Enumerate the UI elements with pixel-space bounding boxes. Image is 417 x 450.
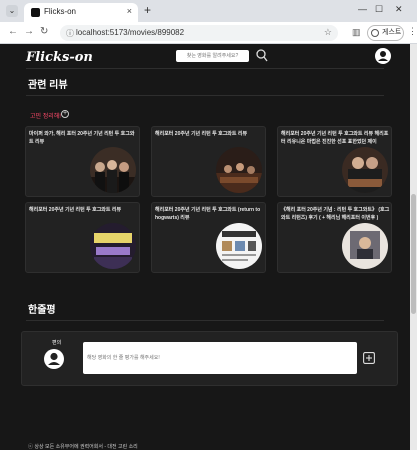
forward-icon[interactable]: → xyxy=(24,26,34,37)
tab-title: Flicks-on xyxy=(44,7,77,16)
side-panel-icon[interactable]: ▥ xyxy=(352,27,361,38)
review-card-title: 마이퍼 와가, 해리 포터 20주년 기년 리턴 투 호그와트 리뷰 xyxy=(29,131,135,145)
maximize-icon[interactable]: ☐ xyxy=(375,4,383,15)
review-thumbnail xyxy=(90,223,136,269)
reload-icon[interactable]: ↻ xyxy=(40,26,48,37)
favicon-icon xyxy=(31,8,40,17)
header-divider xyxy=(26,68,384,69)
user-avatar-icon[interactable] xyxy=(375,48,391,64)
section-divider xyxy=(26,95,384,96)
review-card[interactable]: 해리포터 20주년 기년 리턴 투 호그와트 리뷰 xyxy=(151,126,266,197)
back-icon[interactable]: ← xyxy=(8,26,18,37)
page-content: Flicks-on 관련 리뷰 고민 정리해! + 마이퍼 와가, 해리 포터 … xyxy=(0,44,410,450)
section-divider xyxy=(26,320,384,321)
one-liner-input[interactable] xyxy=(83,342,357,374)
review-card[interactable]: 해리포터 20주년 기년 리턴 투 호그와트 리뷰 해리포터 리유니온 마법은 … xyxy=(277,126,392,197)
review-card-title: 《해리 포터 20주년 기념 : 리턴 투 호그와트》 (호그와트 리턴즈) 후… xyxy=(281,207,390,221)
window-close-icon[interactable]: ✕ xyxy=(395,4,403,15)
review-card[interactable]: 해리포터 20주년 기년 리턴 투 호그와트 리뷰 xyxy=(25,202,140,273)
review-card-title: 해리포터 20주년 기년 리턴 투 호그와트 (return to hogwar… xyxy=(155,207,261,221)
review-card-title: 해리포터 20주년 기년 리턴 투 호그와트 리뷰 해리포터 리유니온 마법은 … xyxy=(281,131,389,145)
comment-user-name: 편의 xyxy=(52,340,62,346)
review-thumbnail xyxy=(90,147,136,193)
review-thumbnail xyxy=(216,147,262,193)
review-card[interactable]: 《해리 포터 20주년 기념 : 리턴 투 호그와트》 (호그와트 리턴즈) 후… xyxy=(277,202,392,273)
user-avatar-icon xyxy=(44,349,64,369)
footer-copyright: ⓒ 상상 모든 소유부어에 권력어회서 - 대전 고린 소리 xyxy=(28,444,138,450)
review-card-title: 해리포터 20주년 기년 리턴 투 호그와트 리뷰 xyxy=(29,207,122,213)
bookmark-star-icon[interactable]: ☆ xyxy=(324,27,332,38)
tab-search-icon[interactable]: ⌄ xyxy=(6,5,18,17)
scrollbar-thumb[interactable] xyxy=(411,194,416,314)
page-scrollbar[interactable] xyxy=(410,44,417,450)
profile-icon xyxy=(371,29,379,37)
search-icon[interactable] xyxy=(256,49,268,63)
minimize-icon[interactable]: — xyxy=(358,4,367,14)
tab-close-icon[interactable]: × xyxy=(127,6,132,16)
browser-tab-strip: ⌄ Flicks-on × + — ☐ ✕ xyxy=(0,0,417,22)
review-filter-tag[interactable]: 고민 정리해! xyxy=(30,111,61,120)
browser-tab[interactable]: Flicks-on × xyxy=(24,3,138,22)
review-thumbnail xyxy=(342,223,388,269)
related-reviews-heading: 관련 리뷰 xyxy=(28,80,68,91)
review-card[interactable]: 해리포터 20주년 기년 리턴 투 호그와트 (return to hogwar… xyxy=(151,202,266,273)
browser-toolbar: ← → ↻ ⓘ localhost:5173/movies/899082 ☆ ▥… xyxy=(0,22,417,44)
new-tab-icon[interactable]: + xyxy=(144,3,151,17)
one-liner-heading: 한줄평 xyxy=(28,305,56,316)
review-thumbnail xyxy=(342,147,388,193)
review-thumbnail xyxy=(216,223,262,269)
review-card[interactable]: 마이퍼 와가, 해리 포터 20주년 기년 리턴 투 호그와트 리뷰 xyxy=(25,126,140,197)
review-card-title: 해리포터 20주년 기년 리턴 투 호그와트 리뷰 xyxy=(155,131,248,137)
profile-label: 게스트 xyxy=(382,29,402,36)
site-logo[interactable]: Flicks-on xyxy=(26,50,93,65)
address-url[interactable]: localhost:5173/movies/899082 xyxy=(76,28,184,37)
more-menu-icon[interactable]: ⋮ xyxy=(408,26,417,37)
search-input[interactable] xyxy=(176,50,249,62)
address-bar[interactable]: ⓘ localhost:5173/movies/899082 ☆ xyxy=(60,25,338,41)
add-filter-icon[interactable]: + xyxy=(61,110,69,118)
comment-form: 편의 xyxy=(21,331,398,386)
add-comment-icon[interactable] xyxy=(363,352,375,364)
site-info-icon[interactable]: ⓘ xyxy=(66,28,74,39)
profile-button[interactable]: 게스트 xyxy=(367,25,404,41)
